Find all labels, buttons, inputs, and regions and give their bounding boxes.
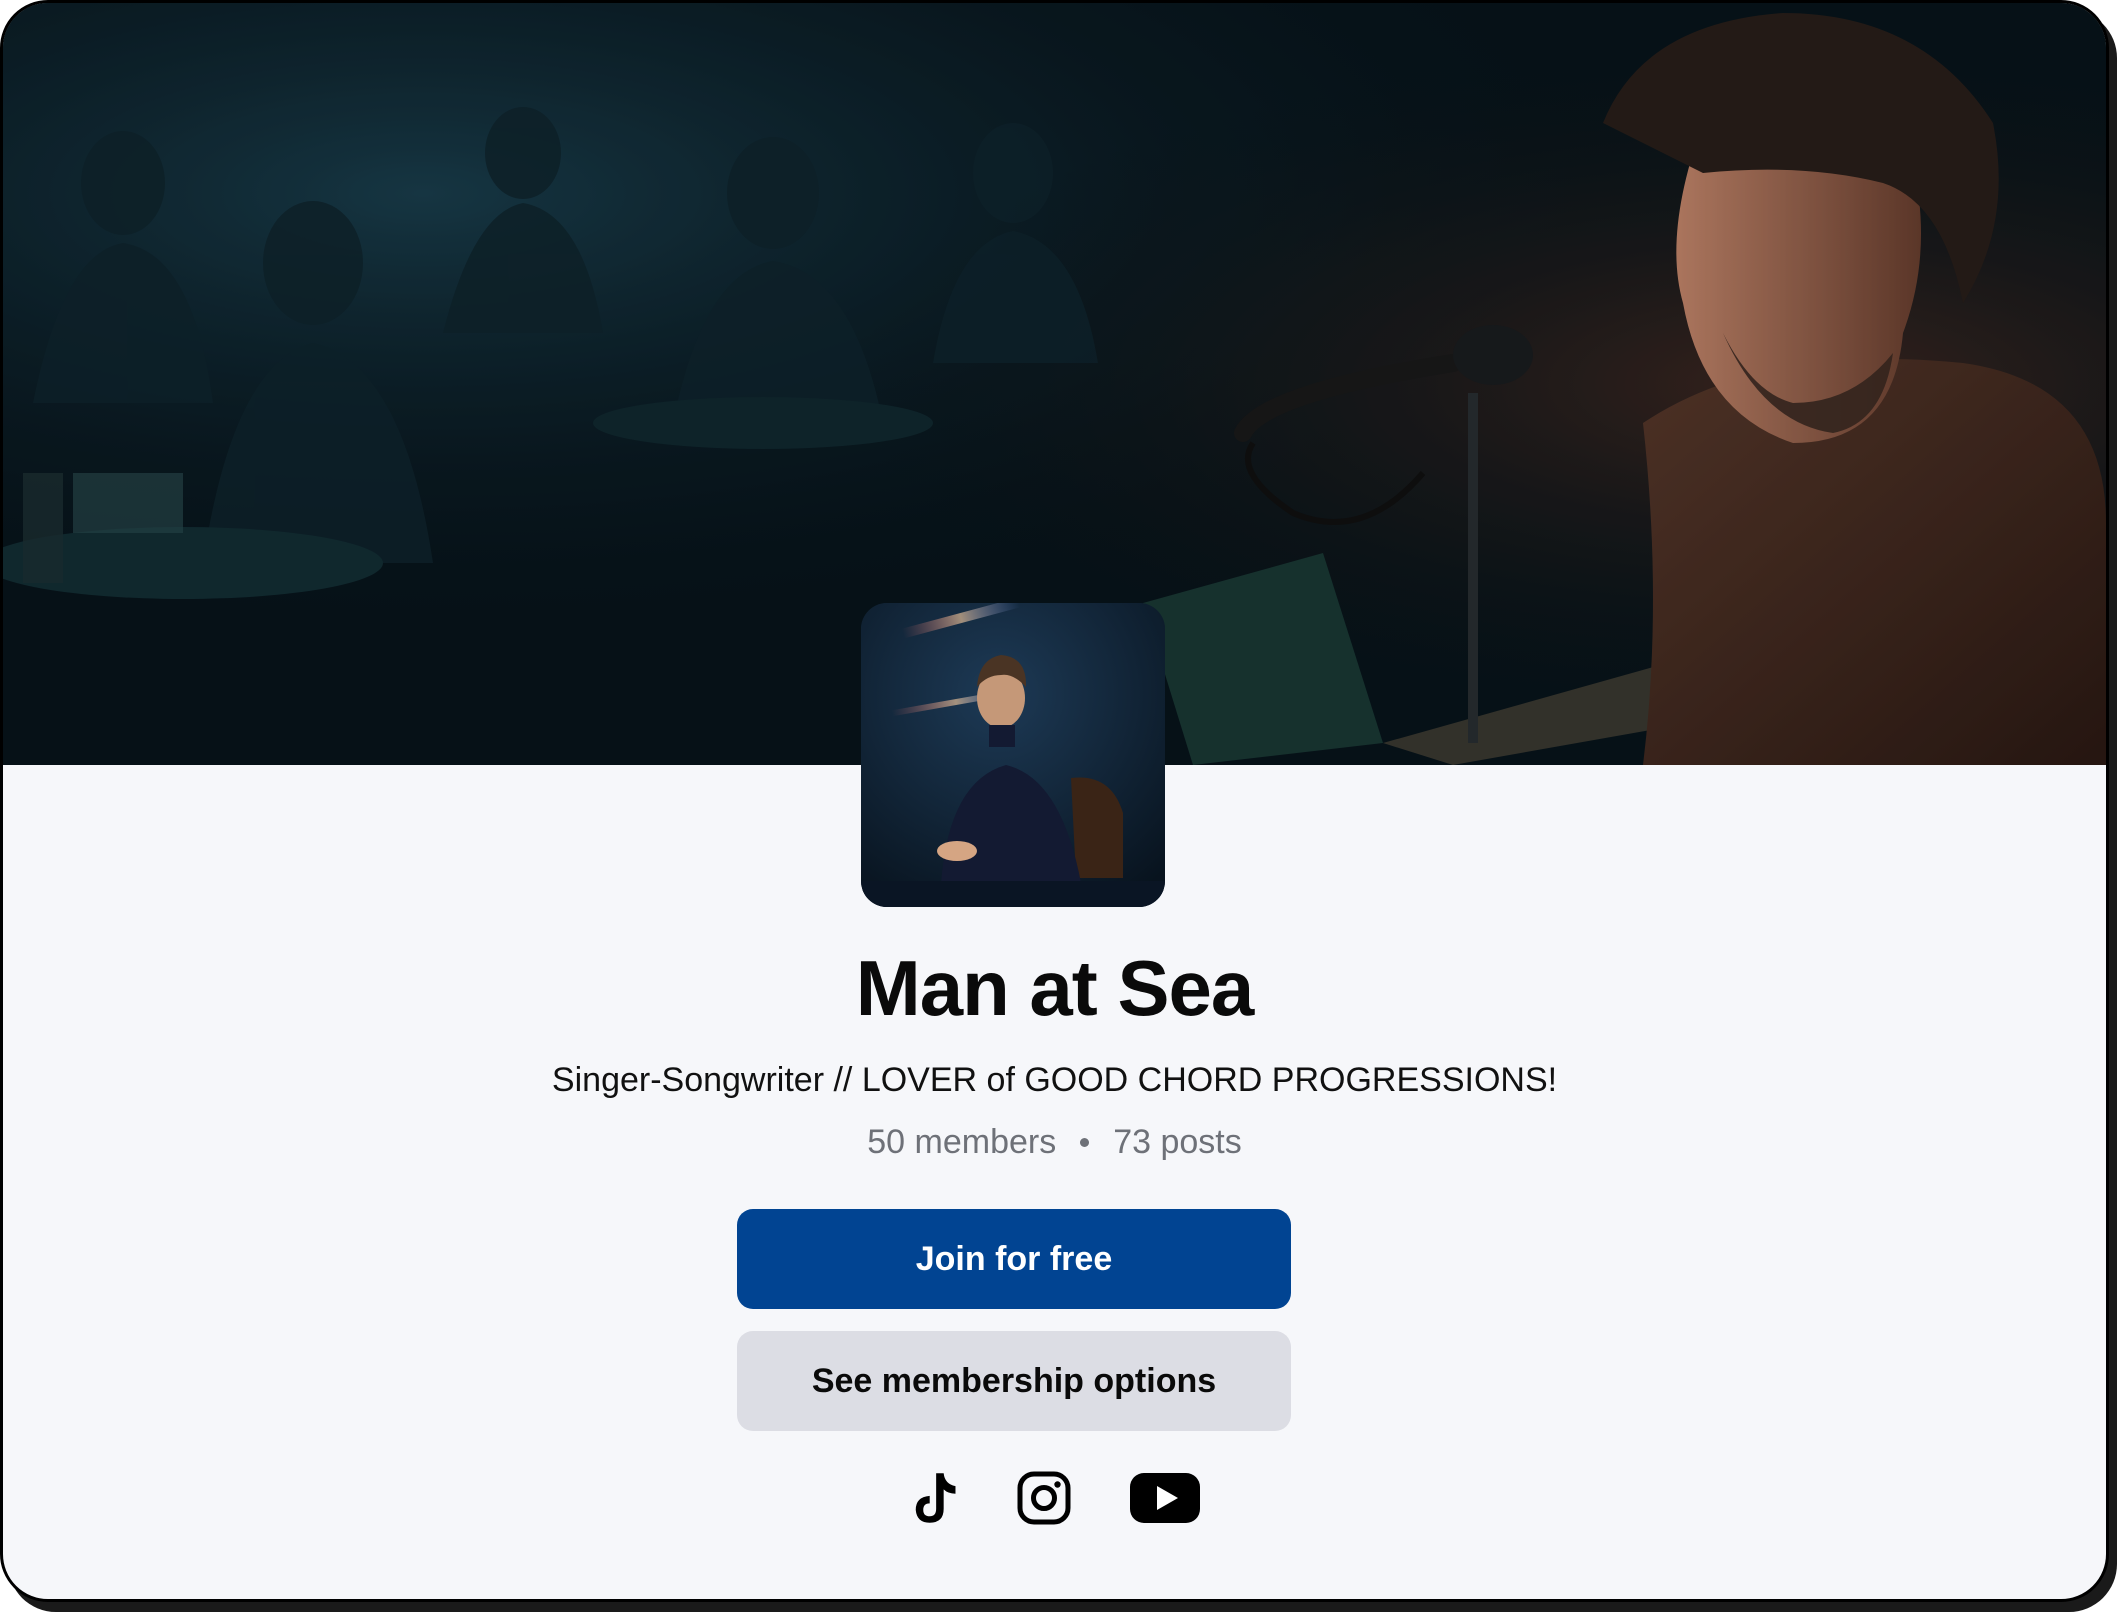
creator-avatar[interactable] xyxy=(861,603,1165,907)
creator-tagline: Singer-Songwriter // LOVER of GOOD CHORD… xyxy=(551,1061,1558,1099)
youtube-icon[interactable] xyxy=(1128,1471,1202,1525)
separator-dot xyxy=(1080,1137,1090,1147)
creator-stats: 50 members 73 posts xyxy=(3,1123,2106,1162)
creator-page: Man at Sea Singer-Songwriter // LOVER of… xyxy=(0,0,2109,1602)
posts-count: 73 posts xyxy=(1113,1123,1242,1161)
members-count: 50 members xyxy=(867,1123,1057,1161)
instagram-icon[interactable] xyxy=(1016,1470,1072,1526)
join-for-free-button[interactable]: Join for free xyxy=(737,1209,1291,1309)
see-membership-options-button[interactable]: See membership options xyxy=(737,1331,1291,1431)
social-links xyxy=(3,1469,2106,1527)
tiktok-icon[interactable] xyxy=(908,1469,960,1527)
creator-name: Man at Sea xyxy=(855,944,1254,1032)
